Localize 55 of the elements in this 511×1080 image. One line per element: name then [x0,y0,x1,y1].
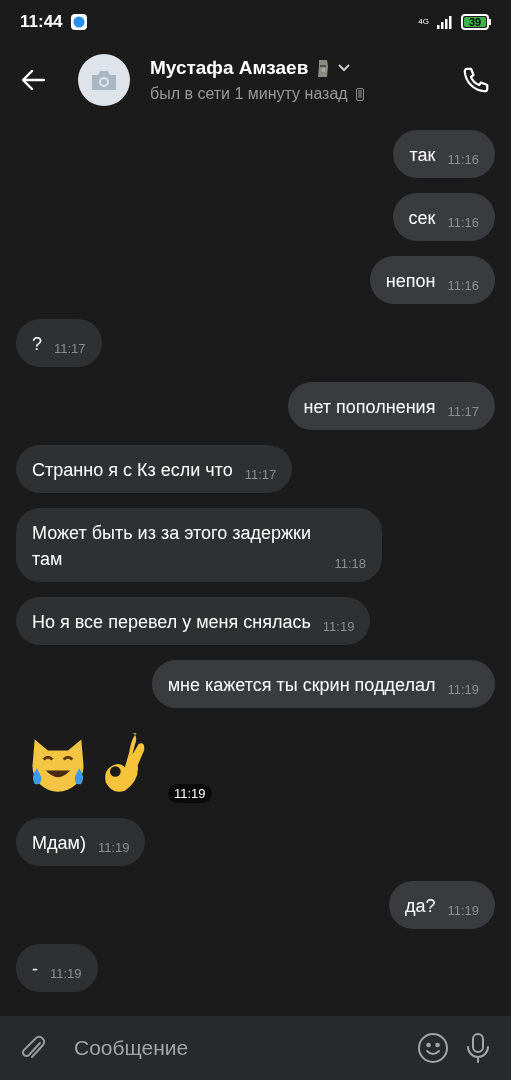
message-time: 11:17 [54,342,86,355]
microphone-icon[interactable] [465,1032,491,1064]
last-seen-status: был в сети 1 минуту назад [150,84,348,105]
message-time: 11:19 [447,683,479,696]
message-text: Может быть из за этого задержки там [32,522,312,571]
message-text: Но я все перевел у меня снялась [32,611,311,634]
message-field[interactable]: Сообщение [74,1032,401,1064]
message-time: 11:16 [447,216,479,229]
message-time: 11:19 [447,904,479,917]
outgoing-message-bubble[interactable]: нет пополнения 11:17 [287,382,495,430]
message-text: Странно я с Кз если что [32,459,233,482]
message-time: 11:16 [447,153,479,166]
message-text: так [409,144,436,167]
message-text: сек [408,207,436,230]
outgoing-message-bubble[interactable]: сек 11:16 [392,193,495,241]
phone-device-icon [355,87,364,101]
message-time: 11:19 [322,620,355,633]
message-text: - [32,958,38,981]
outgoing-message-bubble[interactable]: так 11:16 [393,130,495,178]
contact-name[interactable]: Мустафа Амзаев [150,53,309,83]
composer-bar[interactable]: Сообщение [0,1016,511,1080]
message-time: 11:19 [168,784,212,803]
message-time: 11:16 [447,279,479,292]
message-time: 11:17 [244,468,277,481]
message-text: мне кажется ты скрин подделал [167,674,436,697]
incoming-message-bubble[interactable]: Мдам) 11:19 [16,818,146,866]
message-time: 11:17 [447,405,479,418]
message-text: ? [32,333,42,356]
status-time: 11:44 [20,11,63,34]
back-icon[interactable] [20,69,46,91]
chevron-icon[interactable] [338,64,351,72]
incoming-message-bubble[interactable]: Но я все перевел у меня снялась 11:19 [16,597,371,645]
emoji-message[interactable]: 11:19 [16,723,212,803]
network-label: 4G [418,18,429,26]
outgoing-message-bubble[interactable]: непон 11:16 [369,256,495,304]
message-time: 11:18 [334,557,366,570]
message-text: Мдам) [32,832,86,855]
call-icon[interactable] [461,65,491,95]
message-text: нет пополнения [303,396,436,419]
signal-icon [437,15,453,29]
emoji-icon[interactable] [417,1032,449,1064]
camera-icon [90,69,118,91]
incoming-message-bubble[interactable]: Может быть из за этого задержки там 11:18 [16,508,382,582]
message-text: непон [385,270,436,293]
avatar[interactable] [78,54,130,106]
message-time: 11:19 [97,841,130,854]
incoming-message-bubble[interactable]: - 11:19 [16,944,98,992]
outgoing-message-bubble[interactable]: да? 11:19 [388,881,495,929]
incoming-message-bubble[interactable]: Странно я с Кз если что 11:17 [16,445,293,493]
app-icon [70,14,87,30]
message-time: 11:19 [50,967,82,980]
incoming-message-bubble[interactable]: ? 11:17 [16,319,102,367]
outgoing-message-bubble[interactable]: мне кажется ты скрин подделал 11:19 [151,660,495,708]
message-text: да? [404,895,436,918]
battery-icon: 39 [461,14,491,30]
